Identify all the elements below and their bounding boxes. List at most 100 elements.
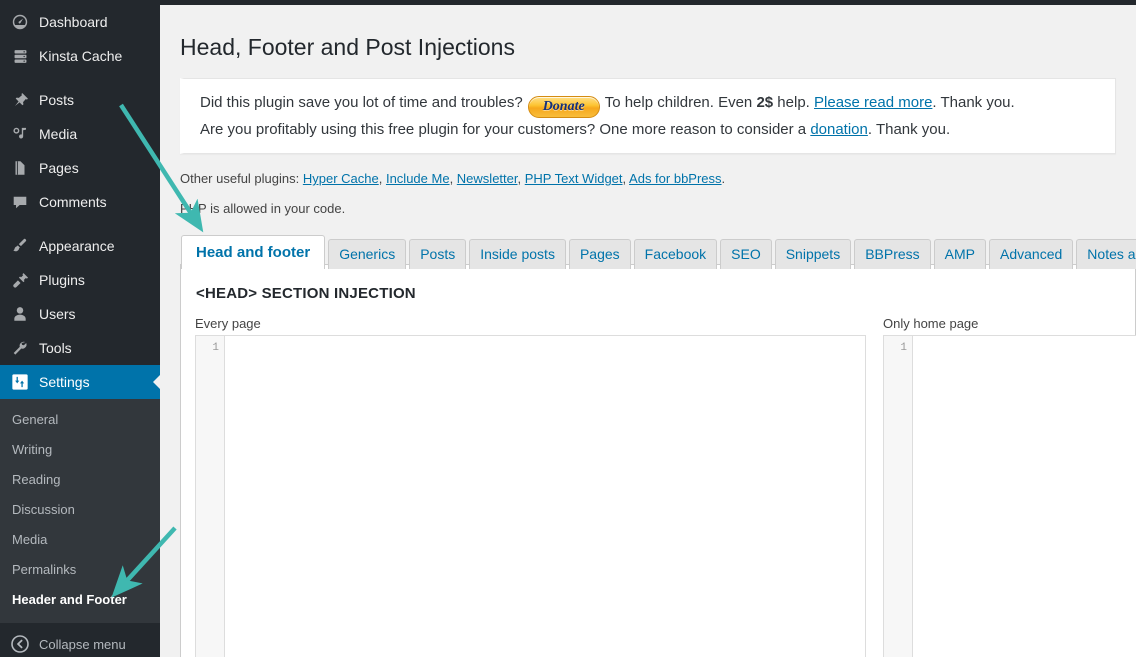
donation-link[interactable]: donation [810,121,868,138]
tab-pages[interactable]: Pages [568,239,631,269]
tab-generics[interactable]: Generics [328,239,407,269]
sidebar-item-appearance[interactable]: Appearance [0,229,160,263]
tab-head-and-footer[interactable]: Head and footer [181,235,326,270]
pin-icon [10,90,30,110]
please-read-more-link[interactable]: Please read more [814,94,932,111]
settings-tab-bar: Head and footer Generics Posts Inside posts… [180,234,1136,270]
dashboard-gauge-icon [10,12,30,32]
sidebar-submenu-general[interactable]: General [0,405,160,435]
editor-group-every-page: Every page 1 [195,316,866,657]
editor-row: Every page 1 Only home page 1 [195,316,1136,657]
code-input-only-home-page[interactable] [913,336,1136,657]
plug-icon [10,270,30,290]
sidebar-item-kinsta-cache[interactable]: Kinsta Cache [0,39,160,73]
tab-snippets[interactable]: Snippets [774,239,852,269]
tab-posts[interactable]: Posts [409,239,467,269]
sidebar-item-dashboard[interactable]: Dashboard [0,5,160,39]
plugin-link-ads-for-bbpress[interactable]: Ads for bbPress [629,171,722,186]
tab-amp[interactable]: AMP [933,239,987,269]
sidebar-item-label: Appearance [39,238,115,254]
sidebar-submenu-settings: General Writing Reading Discussion Media Perm… [0,399,160,623]
media-icon [10,124,30,144]
sidebar-submenu-writing[interactable]: Writing [0,435,160,465]
tab-panel-head-and-footer: <HEAD> SECTION INJECTION Every page 1 On… [180,265,1136,657]
wrench-icon [10,338,30,358]
sidebar-item-label: Plugins [39,272,85,288]
line-number-gutter: 1 [196,336,225,657]
head-section-title: <HEAD> SECTION INJECTION [196,285,416,302]
notice-line1-d: . Thank you. [932,94,1015,111]
sidebar-submenu-discussion[interactable]: Discussion [0,495,160,525]
other-plugins-suffix: . [721,171,726,186]
plugin-link-newsletter[interactable]: Newsletter [457,171,518,186]
collapse-arrow-icon [10,634,30,654]
notice-line2-b: . Thank you. [867,121,951,138]
notice-line1-c: help. [773,94,815,111]
content-wrap: Head, Footer and Post Injections Did thi… [160,5,1136,657]
comment-bubble-icon [10,192,30,212]
tab-seo[interactable]: SEO [720,239,772,269]
editor-group-only-home-page: Only home page 1 [883,316,1136,657]
donation-notice: Did this plugin save you lot of time and… [180,78,1116,154]
other-plugins-links: Hyper Cache, Include Me, Newsletter, PHP… [303,171,722,186]
sidebar-item-label: Comments [39,194,107,210]
sidebar-submenu-reading[interactable]: Reading [0,465,160,495]
sidebar-item-posts[interactable]: Posts [0,83,160,117]
sidebar-item-tools[interactable]: Tools [0,331,160,365]
notice-line1-b: To help children. Even [604,94,757,111]
page-icon [10,158,30,178]
sidebar-item-label: Kinsta Cache [39,48,123,64]
notice-amount: 2$ [756,94,774,111]
sidebar-separator [0,73,160,83]
plugin-link-hyper-cache[interactable]: Hyper Cache [303,171,379,186]
tab-bbpress[interactable]: BBPress [854,239,931,269]
sidebar-item-plugins[interactable]: Plugins [0,263,160,297]
code-input-every-page[interactable] [225,336,865,657]
tab-advanced[interactable]: Advanced [989,239,1074,269]
user-icon [10,304,30,324]
sidebar-item-comments[interactable]: Comments [0,185,160,219]
sidebar-submenu-permalinks[interactable]: Permalinks [0,555,160,585]
sidebar-item-label: Tools [39,340,72,356]
sidebar-submenu-header-and-footer[interactable]: Header and Footer [0,585,160,615]
donate-button[interactable]: Donate [527,96,600,118]
admin-sidebar: Dashboard Kinsta Cache Posts Media Pages Comm… [0,0,161,657]
link-separator: , [378,171,386,186]
tab-facebook[interactable]: Facebook [633,239,718,269]
link-separator: , [449,171,457,186]
notice-line-2: Are you profitably using this free plugi… [200,118,1103,141]
notice-line-1: Did this plugin save you lot of time and… [200,91,1103,118]
sidebar-item-pages[interactable]: Pages [0,151,160,185]
plugin-link-php-text-widget[interactable]: PHP Text Widget [525,171,623,186]
sidebar-item-users[interactable]: Users [0,297,160,331]
editor-label-only-home-page: Only home page [883,316,979,331]
other-plugins-line: Other useful plugins: Hyper Cache, Inclu… [180,170,1116,188]
other-plugins-prefix: Other useful plugins: [180,171,303,186]
sidebar-item-label: Users [39,306,76,322]
paintbrush-icon [10,236,30,256]
sliders-icon [10,372,30,392]
page-title: Head, Footer and Post Injections [180,34,515,60]
line-number-gutter: 1 [884,336,913,657]
admin-content: Head, Footer and Post Injections Did thi… [160,5,1136,657]
tab-notes-and[interactable]: Notes and… [1076,239,1136,269]
server-stack-icon [10,46,30,66]
collapse-menu-button[interactable]: Collapse menu [0,627,160,657]
sidebar-item-label: Settings [39,374,90,390]
code-editor-only-home-page[interactable]: 1 [883,335,1136,657]
tab-inside-posts[interactable]: Inside posts [469,239,566,269]
php-allowed-note: PHP is allowed in your code. [180,201,346,216]
sidebar-separator [0,219,160,229]
sidebar-item-label: Pages [39,160,79,176]
sidebar-item-label: Media [39,126,78,142]
sidebar-item-label: Dashboard [39,14,108,30]
admin-screen: Dashboard Kinsta Cache Posts Media Pages Comm… [0,0,1136,657]
sidebar-submenu-media[interactable]: Media [0,525,160,555]
collapse-menu-label: Collapse menu [39,636,126,652]
code-editor-every-page[interactable]: 1 [195,335,866,657]
editor-label-every-page: Every page [195,316,261,331]
sidebar-item-settings[interactable]: Settings [0,365,161,399]
plugin-link-include-me[interactable]: Include Me [386,171,450,186]
sidebar-item-media[interactable]: Media [0,117,160,151]
sidebar-item-label: Posts [39,92,75,108]
